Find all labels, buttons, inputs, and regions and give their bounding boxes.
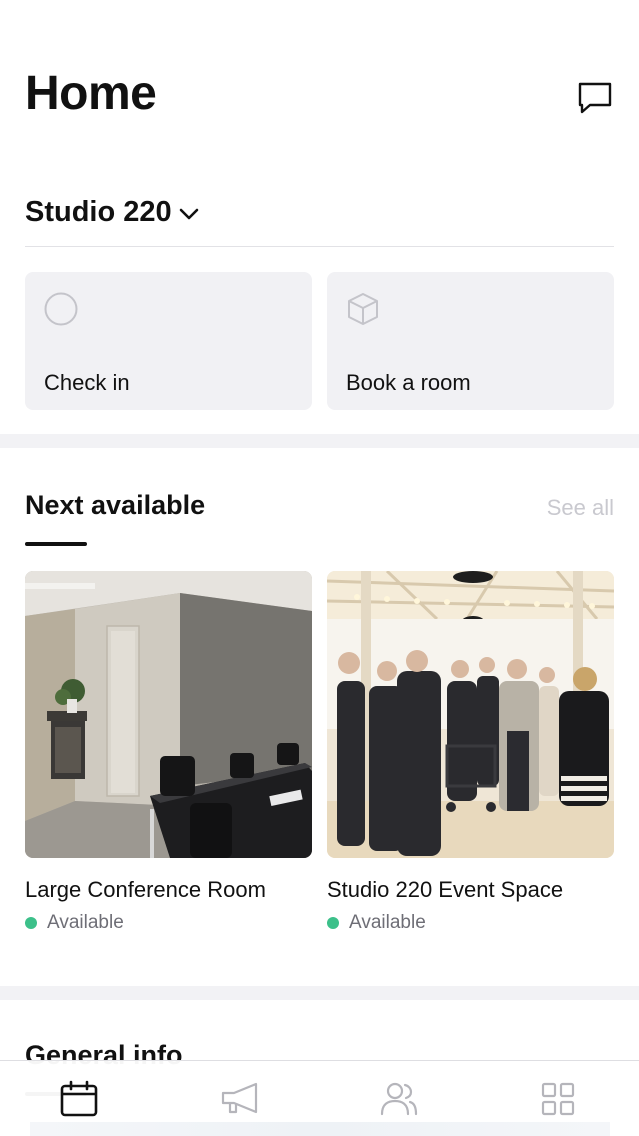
section-underline xyxy=(25,542,87,546)
room-card-large-conference[interactable]: Large Conference Room Available xyxy=(25,571,312,934)
room-card-event-space[interactable]: Studio 220 Event Space Available xyxy=(327,571,614,934)
event-space-photo xyxy=(327,571,614,858)
status-text: Available xyxy=(47,912,124,933)
divider xyxy=(25,246,614,247)
room-status: Available xyxy=(327,912,614,934)
grid-icon xyxy=(541,1082,575,1116)
room-name: Studio 220 Event Space xyxy=(327,877,564,902)
tab-announcements[interactable] xyxy=(220,1079,260,1119)
check-in-label: Check in xyxy=(44,370,130,395)
book-room-label: Book a room xyxy=(346,370,471,395)
tab-more[interactable] xyxy=(538,1079,578,1119)
home-indicator-strip xyxy=(30,1122,610,1136)
status-dot xyxy=(25,917,37,929)
page-title: Home xyxy=(25,67,157,120)
cube-icon xyxy=(345,291,381,327)
tab-calendar[interactable] xyxy=(59,1079,99,1119)
megaphone-icon xyxy=(221,1082,258,1114)
conference-room-photo xyxy=(25,571,312,858)
room-status: Available xyxy=(25,912,312,934)
chevron-down-icon xyxy=(178,203,200,225)
header: Home xyxy=(0,0,639,150)
location-selector[interactable]: Studio 220 xyxy=(25,192,200,232)
circle-icon xyxy=(43,291,79,327)
chat-bubble-icon xyxy=(578,82,612,114)
status-text: Available xyxy=(349,912,426,933)
tab-people[interactable] xyxy=(379,1079,419,1119)
room-name: Large Conference Room xyxy=(25,877,266,902)
chat-button[interactable] xyxy=(576,80,614,116)
check-in-card[interactable]: Check in xyxy=(25,272,312,410)
location-name: Studio 220 xyxy=(25,195,172,228)
people-icon xyxy=(380,1082,418,1116)
book-room-card[interactable]: Book a room xyxy=(327,272,614,410)
status-dot xyxy=(327,917,339,929)
see-all-link[interactable]: See all xyxy=(547,495,614,521)
next-available-title: Next available xyxy=(25,490,206,520)
calendar-icon xyxy=(60,1080,98,1117)
section-separator xyxy=(0,434,639,448)
section-separator xyxy=(0,986,639,1000)
